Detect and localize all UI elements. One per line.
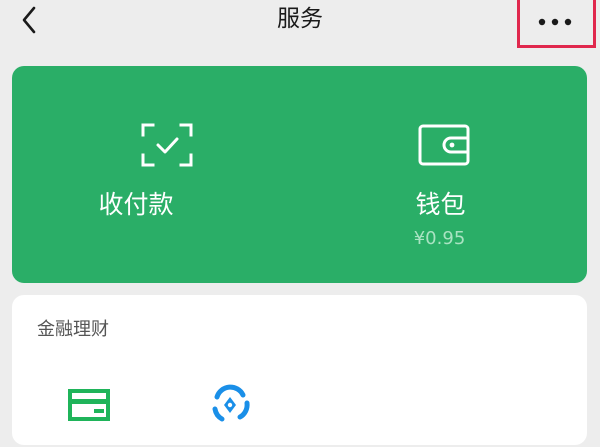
credit-card-icon bbox=[68, 389, 110, 421]
wealth-fund-service[interactable] bbox=[202, 383, 262, 443]
wallet-button[interactable]: 钱包 ¥0.95 bbox=[300, 66, 587, 283]
more-button[interactable] bbox=[535, 10, 575, 34]
payment-card: 收付款 钱包 ¥0.95 bbox=[12, 66, 587, 283]
page-title: 服务 bbox=[277, 6, 323, 32]
finance-section-title: 金融理财 bbox=[37, 319, 109, 340]
nav-bar: 服务 bbox=[0, 0, 600, 50]
wallet-icon bbox=[418, 124, 470, 166]
wallet-balance: ¥0.95 bbox=[413, 228, 466, 249]
collect-pay-button[interactable]: 收付款 bbox=[12, 66, 300, 283]
credit-card-service[interactable] bbox=[64, 383, 124, 443]
wealth-fund-icon bbox=[212, 384, 250, 422]
more-dots-icon bbox=[538, 18, 572, 26]
finance-section: 金融理财 bbox=[12, 295, 587, 445]
wallet-label: 钱包 bbox=[415, 190, 466, 219]
scan-frame-check-icon bbox=[141, 123, 193, 167]
collect-pay-label: 收付款 bbox=[98, 190, 174, 219]
more-button-highlight bbox=[517, 0, 596, 48]
